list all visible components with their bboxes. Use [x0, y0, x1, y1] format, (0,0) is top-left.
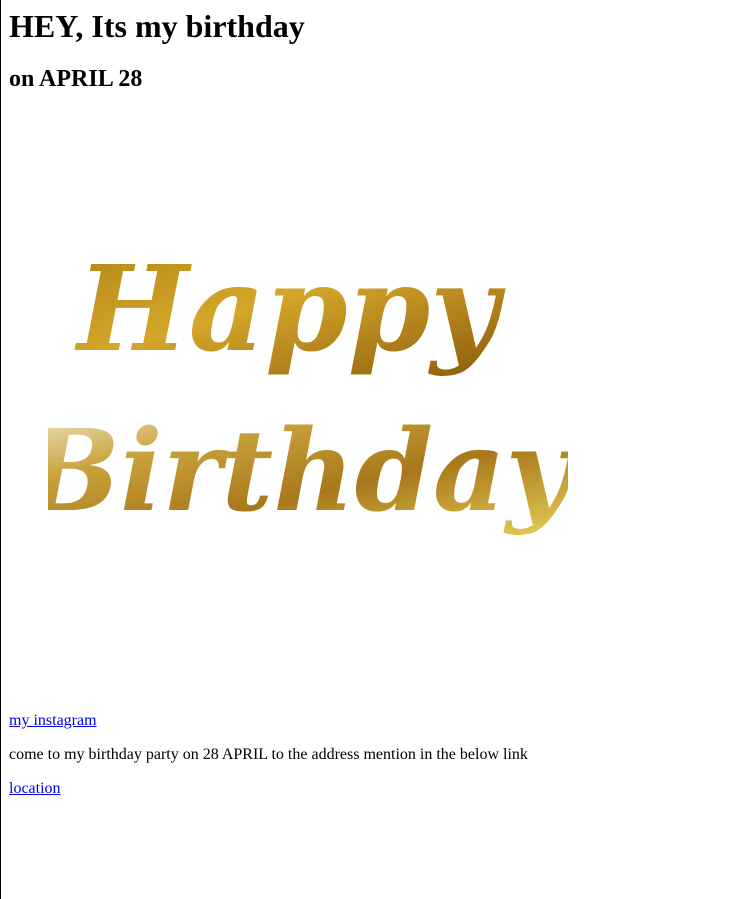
- instagram-link[interactable]: my instagram: [9, 712, 97, 730]
- happy-birthday-image: Happy Birthday: [48, 200, 568, 620]
- party-message: come to my birthday party on 28 APRIL to…: [9, 746, 528, 763]
- birthday-text: Birthday: [48, 406, 568, 537]
- page-header: HEY, Its my birthday on APRIL 28: [9, 0, 739, 93]
- happy-text: Happy: [74, 239, 506, 378]
- location-link[interactable]: location: [9, 780, 61, 798]
- happy-birthday-graphic: Happy Birthday: [48, 200, 568, 620]
- page-left-border: [0, 0, 1, 899]
- page-subtitle: on APRIL 28: [9, 66, 143, 92]
- page-title: HEY, Its my birthday: [9, 8, 305, 44]
